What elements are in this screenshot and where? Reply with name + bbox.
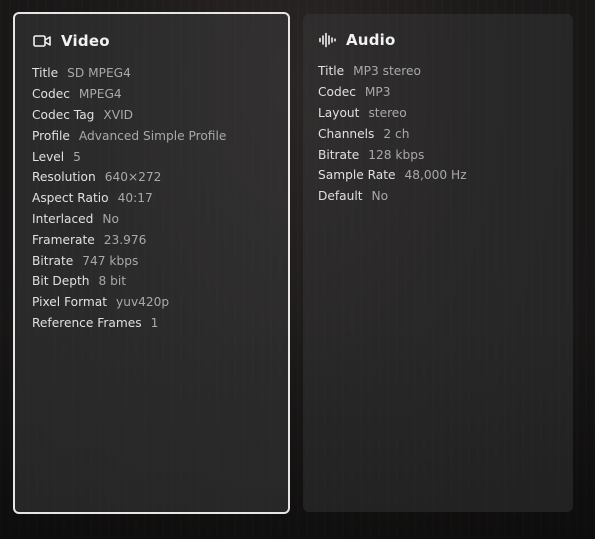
- video-camera-icon: [33, 32, 51, 50]
- detail-label: Channels: [318, 126, 375, 141]
- detail-label: Bit Depth: [32, 274, 90, 289]
- detail-label: Codec: [318, 85, 356, 100]
- detail-value: MP3: [364, 85, 391, 100]
- detail-row: Aspect Ratio 40:17: [32, 188, 288, 209]
- detail-label: Title: [318, 64, 345, 79]
- detail-label: Resolution: [32, 170, 96, 185]
- detail-row: Bitrate 747 kbps: [32, 250, 288, 271]
- audio-card-title: Audio: [346, 31, 396, 49]
- detail-row: Resolution 640×272: [32, 167, 288, 188]
- detail-label: Pixel Format: [32, 295, 108, 310]
- detail-label: Title: [32, 66, 59, 81]
- detail-row: Codec MP3: [318, 82, 573, 103]
- detail-value: 23.976: [103, 232, 147, 247]
- detail-row: Pixel Format yuv420p: [32, 292, 288, 313]
- detail-label: Bitrate: [32, 253, 74, 268]
- detail-row: Title MP3 stereo: [318, 61, 573, 82]
- detail-label: Default: [318, 189, 363, 204]
- video-details-list: Title SD MPEG4 Codec MPEG4 Codec Tag XVID P…: [32, 63, 288, 333]
- detail-value: MP3 stereo: [353, 64, 421, 79]
- audio-card-header: Audio: [318, 28, 573, 52]
- audio-stream-card[interactable]: Audio Title MP3 stereo Codec MP3 Layout ste…: [303, 14, 573, 512]
- detail-value: MPEG4: [78, 87, 122, 102]
- detail-label: Sample Rate: [318, 168, 396, 183]
- detail-row: Interlaced No: [32, 209, 288, 230]
- audio-details-list: Title MP3 stereo Codec MP3 Layout stereo Ch…: [318, 61, 573, 207]
- detail-value: 2 ch: [383, 126, 410, 141]
- video-card-title: Video: [61, 32, 110, 50]
- detail-label: Interlaced: [32, 211, 94, 226]
- video-stream-card[interactable]: Video Title SD MPEG4 Codec MPEG4 Codec Tag…: [13, 12, 290, 514]
- detail-row: Codec Tag XVID: [32, 105, 288, 126]
- detail-label: Codec: [32, 87, 70, 102]
- detail-row: Codec MPEG4: [32, 84, 288, 105]
- detail-value: yuv420p: [116, 295, 170, 310]
- detail-row: Bit Depth 8 bit: [32, 271, 288, 292]
- detail-value: 8 bit: [98, 274, 127, 289]
- detail-row: Layout stereo: [318, 103, 573, 124]
- detail-row: Bitrate 128 kbps: [318, 144, 573, 165]
- detail-row: Channels 2 ch: [318, 123, 573, 144]
- detail-label: Codec Tag: [32, 107, 95, 122]
- detail-label: Reference Frames: [32, 315, 142, 330]
- detail-row: Reference Frames 1: [32, 313, 288, 334]
- detail-label: Profile: [32, 128, 70, 143]
- detail-value: 128 kbps: [368, 147, 425, 162]
- detail-value: No: [371, 189, 389, 204]
- detail-value: 5: [73, 149, 81, 164]
- video-card-header: Video: [33, 29, 288, 53]
- detail-value: XVID: [103, 107, 134, 122]
- detail-label: Framerate: [32, 232, 95, 247]
- audio-waveform-icon: [318, 31, 336, 49]
- detail-row: Framerate 23.976: [32, 229, 288, 250]
- detail-value: 640×272: [104, 170, 162, 185]
- detail-value: Advanced Simple Profile: [78, 128, 227, 143]
- detail-value: 1: [150, 315, 159, 330]
- detail-value: stereo: [368, 105, 407, 120]
- detail-row: Title SD MPEG4: [32, 63, 288, 84]
- detail-value: 747 kbps: [82, 253, 139, 268]
- detail-value: No: [102, 211, 119, 226]
- detail-label: Layout: [318, 105, 360, 120]
- detail-value: 48,000 Hz: [404, 168, 467, 183]
- detail-row: Default No: [318, 186, 573, 207]
- detail-row: Sample Rate 48,000 Hz: [318, 165, 573, 186]
- detail-label: Bitrate: [318, 147, 360, 162]
- detail-label: Aspect Ratio: [32, 191, 109, 206]
- detail-row: Level 5: [32, 146, 288, 167]
- detail-row: Profile Advanced Simple Profile: [32, 125, 288, 146]
- detail-value: 40:17: [117, 191, 153, 206]
- detail-label: Level: [32, 149, 65, 164]
- detail-value: SD MPEG4: [67, 66, 131, 81]
